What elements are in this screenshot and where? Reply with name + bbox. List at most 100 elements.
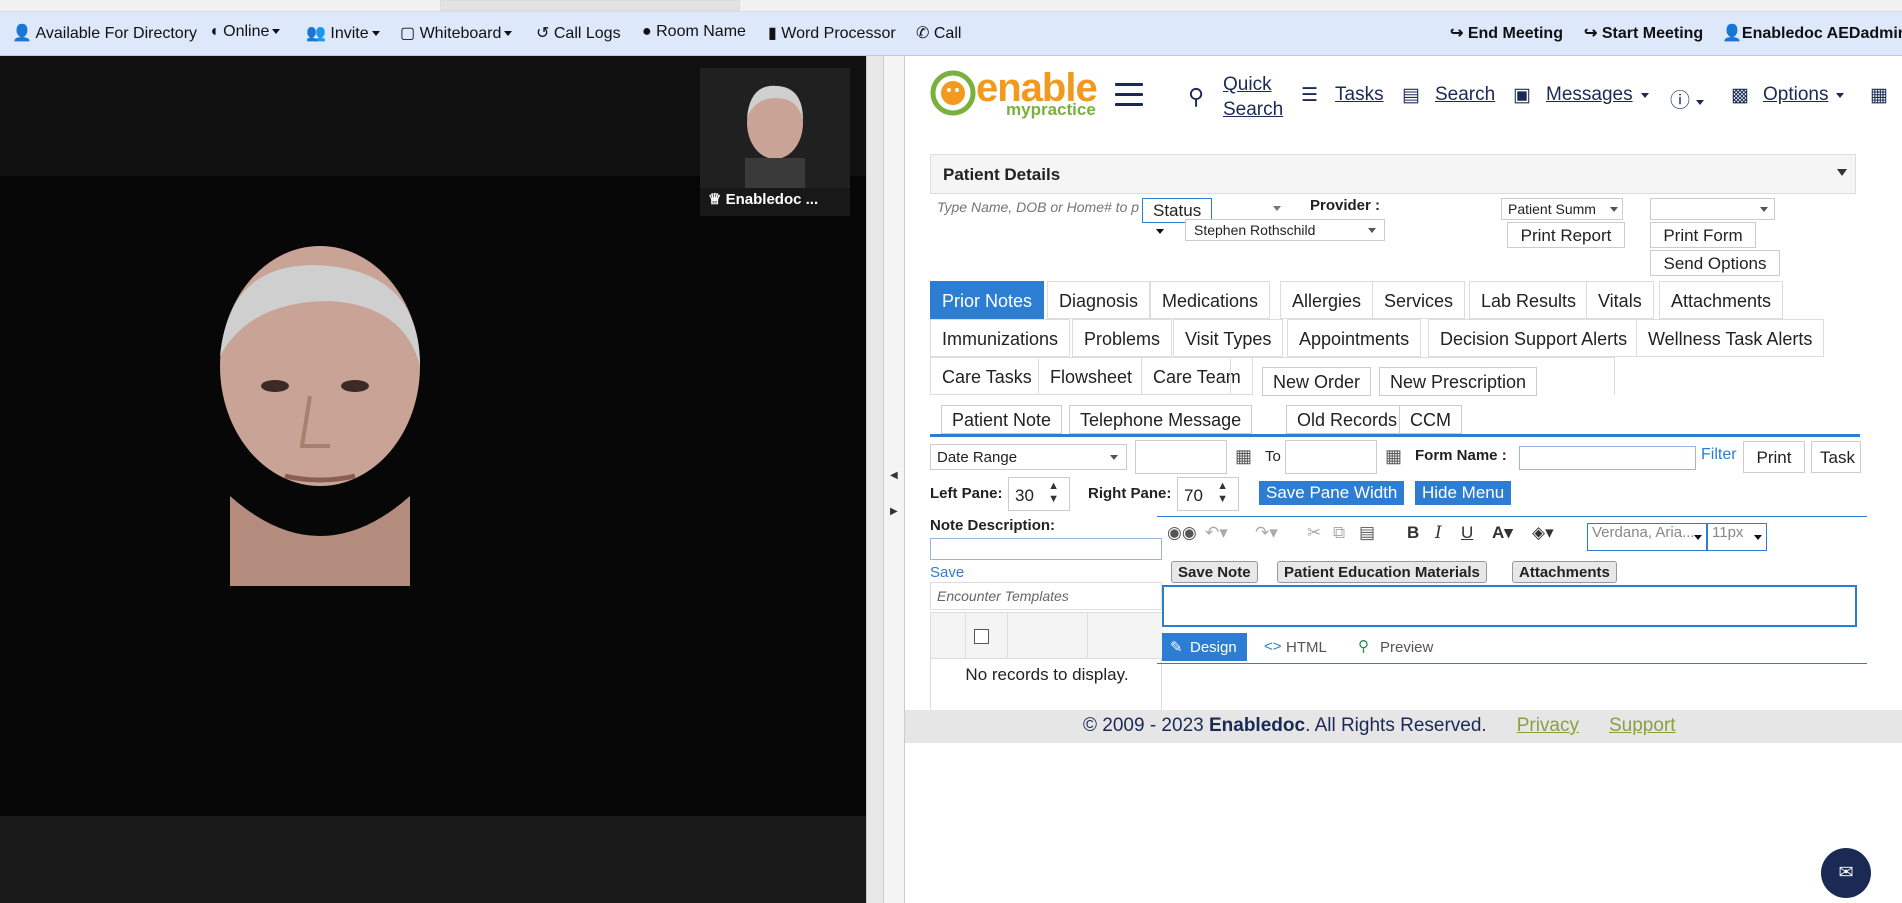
to-date-input[interactable] (1285, 440, 1377, 474)
collapse-left-icon[interactable]: ◀ (890, 470, 898, 481)
tab-vitals[interactable]: Vitals (1586, 281, 1654, 319)
undo-icon[interactable]: ↶▾ (1205, 523, 1228, 543)
note-description-input[interactable] (930, 538, 1162, 560)
save-note-button[interactable]: Save Note (1171, 561, 1258, 583)
search-magnifier-icon: ⚲ (1188, 84, 1205, 109)
call-logs-button[interactable]: ↺ Call Logs (536, 23, 621, 43)
browser-top-strip (0, 0, 1902, 12)
copy-icon[interactable]: ⧉ (1333, 523, 1345, 543)
print-form-button[interactable]: Print Form (1650, 222, 1756, 248)
stepper-arrows-icon[interactable]: ▲ ▼ (1048, 480, 1059, 506)
html-mode-tab[interactable]: <> HTML (1258, 633, 1337, 661)
start-meeting-button[interactable]: ↪ Start Meeting (1584, 23, 1703, 43)
design-mode-tab[interactable]: ✎ Design (1162, 633, 1247, 661)
options-dropdown[interactable]: Options (1763, 84, 1845, 106)
tab-immunizations[interactable]: Immunizations (930, 319, 1071, 357)
stepper-arrows-icon[interactable]: ▲ ▼ (1217, 480, 1228, 506)
right-pane-stepper[interactable]: 70 ▲ ▼ (1177, 477, 1239, 511)
font-color-icon[interactable]: A▾ (1492, 523, 1513, 543)
self-view-name: ♕ Enabledoc ... (708, 191, 819, 208)
telephone-message-button[interactable]: Telephone Message (1069, 405, 1253, 434)
messages-dropdown[interactable]: Messages (1546, 84, 1649, 106)
call-button[interactable]: ✆ Call (916, 23, 961, 43)
patient-note-button[interactable]: Patient Note (941, 405, 1063, 434)
tab-care-tasks[interactable]: Care Tasks (930, 357, 1044, 395)
collapse-caret-icon[interactable] (1837, 169, 1847, 176)
provider-select[interactable]: Stephen Rothschild (1185, 219, 1385, 241)
tab-decision-support-alerts[interactable]: Decision Support Alerts (1428, 319, 1640, 357)
tab-visit-types[interactable]: Visit Types (1173, 319, 1284, 357)
underline-icon[interactable]: U (1461, 523, 1473, 543)
drag-handle[interactable] (867, 56, 884, 903)
calendar-icon[interactable]: ▦ (1870, 84, 1888, 107)
date-range-select[interactable]: Date Range (930, 444, 1127, 470)
directory-button[interactable]: 👤 Available For Directory (12, 23, 197, 43)
calendar-icon[interactable]: ▦ (1235, 446, 1252, 467)
tab-attachments[interactable]: Attachments (1659, 281, 1784, 319)
send-options-button[interactable]: Send Options (1650, 250, 1780, 276)
form-name-input[interactable] (1519, 446, 1696, 470)
invite-dropdown[interactable]: 👥 Invite (306, 23, 380, 43)
user-menu[interactable]: 👤Enabledoc AEDadmin (1722, 23, 1902, 43)
expand-right-icon[interactable]: ▶ (890, 506, 898, 517)
patient-details-header[interactable]: Patient Details (930, 154, 1856, 194)
tab-lab-results[interactable]: Lab Results (1469, 281, 1589, 319)
editor-attachments-button[interactable]: Attachments (1512, 561, 1617, 583)
patient-summary-select[interactable]: Patient Summ (1501, 198, 1623, 220)
tab-services[interactable]: Services (1372, 281, 1466, 319)
room-name-button[interactable]: ● Room Name (642, 23, 746, 41)
tab-wellness-task-alerts[interactable]: Wellness Task Alerts (1636, 319, 1825, 357)
old-records-button[interactable]: Old Records (1286, 405, 1409, 434)
search-link[interactable]: Search (1435, 84, 1495, 106)
font-family-select[interactable]: Verdana, Aria... (1587, 523, 1707, 551)
find-binoculars-icon[interactable]: ◉◉ (1167, 523, 1197, 543)
tab-prior-notes[interactable]: Prior Notes (930, 281, 1045, 319)
ccm-button[interactable]: CCM (1399, 405, 1462, 434)
bold-icon[interactable]: B (1407, 523, 1419, 543)
chat-icon: ✉ (1838, 862, 1854, 882)
select-all-checkbox[interactable] (974, 629, 989, 644)
tasks-link[interactable]: Tasks (1335, 84, 1384, 106)
help-dropdown[interactable]: ⓘ (1670, 84, 1704, 113)
tab-medications[interactable]: Medications (1150, 281, 1271, 319)
tab-allergies[interactable]: Allergies (1280, 281, 1374, 319)
chat-bubble-button[interactable]: ✉ (1821, 848, 1871, 898)
privacy-link[interactable]: Privacy (1517, 715, 1579, 736)
from-date-input[interactable] (1135, 440, 1227, 474)
filter-link[interactable]: Filter (1701, 446, 1737, 464)
calendar-icon[interactable]: ▦ (1385, 446, 1402, 467)
italic-icon[interactable]: I (1435, 523, 1442, 543)
online-dropdown[interactable]: ◖ Online (209, 23, 281, 41)
pane-divider[interactable]: ◀ ▶ (866, 56, 905, 903)
redo-icon[interactable]: ↷▾ (1255, 523, 1278, 543)
hide-menu-button[interactable]: Hide Menu (1415, 481, 1512, 505)
end-meeting-button[interactable]: ↪ End Meeting (1450, 23, 1563, 43)
support-link[interactable]: Support (1609, 715, 1676, 736)
font-size-select[interactable]: 11px (1707, 523, 1767, 551)
patient-education-materials-button[interactable]: Patient Education Materials (1277, 561, 1487, 583)
status-select-arrow[interactable] (1212, 198, 1287, 220)
form-select[interactable] (1650, 198, 1775, 220)
tasks-button[interactable]: Task (1811, 441, 1861, 473)
highlight-icon[interactable]: ◈▾ (1532, 523, 1554, 543)
whiteboard-dropdown[interactable]: ▢ Whiteboard (400, 23, 513, 43)
cut-icon[interactable]: ✂ (1307, 523, 1321, 543)
tab-appointments[interactable]: Appointments (1287, 319, 1422, 357)
print-report-button[interactable]: Print Report (1507, 222, 1625, 248)
tab-diagnosis[interactable]: Diagnosis (1047, 281, 1151, 319)
tab-problems[interactable]: Problems (1072, 319, 1173, 357)
browser-tab[interactable] (440, 0, 740, 11)
encounter-templates-input[interactable]: Encounter Templates (930, 582, 1162, 610)
save-pane-width-button[interactable]: Save Pane Width (1259, 481, 1405, 505)
word-processor-button[interactable]: ▮ Word Processor (768, 23, 896, 43)
left-pane-stepper[interactable]: 30 ▲ ▼ (1008, 477, 1070, 511)
preview-mode-tab[interactable]: ⚲ Preview (1352, 633, 1443, 661)
save-note-description-link[interactable]: Save (930, 564, 964, 581)
self-view-thumbnail[interactable]: ♕ Enabledoc ... (700, 68, 850, 216)
note-content-area[interactable] (1162, 585, 1857, 627)
print-button[interactable]: Print (1743, 441, 1805, 473)
hamburger-menu-icon[interactable] (1115, 83, 1143, 106)
paste-icon[interactable]: ▤ (1359, 523, 1375, 543)
quick-search-link[interactable]: Quick Search (1223, 72, 1283, 122)
tab-flowsheet[interactable]: Flowsheet (1038, 357, 1145, 395)
